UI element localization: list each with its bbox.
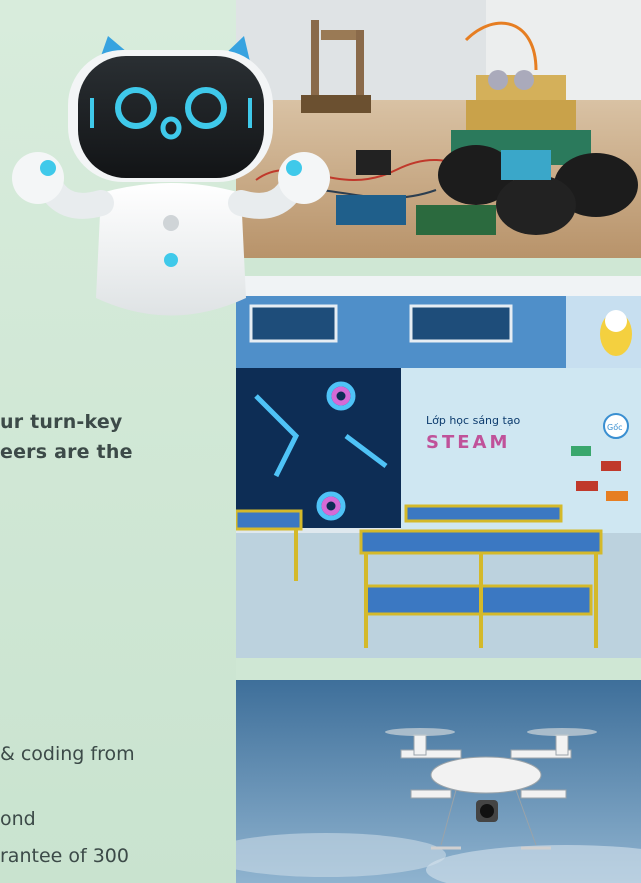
list-text-line-1: & coding from <box>0 743 135 765</box>
list-text-line-3: rantee of 300 <box>0 845 129 867</box>
list-text-line-2: ond <box>0 808 36 830</box>
classroom-sign-title: Lớp học sáng tạo <box>426 414 521 427</box>
robot-illustration <box>6 28 336 333</box>
intro-text-line-1: ur turn-key <box>0 411 123 433</box>
steam-classroom-photo: Lớp học sáng tạo STEAM Gốc <box>236 276 641 658</box>
intro-text-line-2: eers are the <box>0 441 133 463</box>
classroom-badge-text: Gốc <box>607 422 623 432</box>
divider-gap <box>236 658 641 680</box>
drone-photo <box>236 680 641 883</box>
classroom-sign-word: STEAM <box>426 432 510 453</box>
